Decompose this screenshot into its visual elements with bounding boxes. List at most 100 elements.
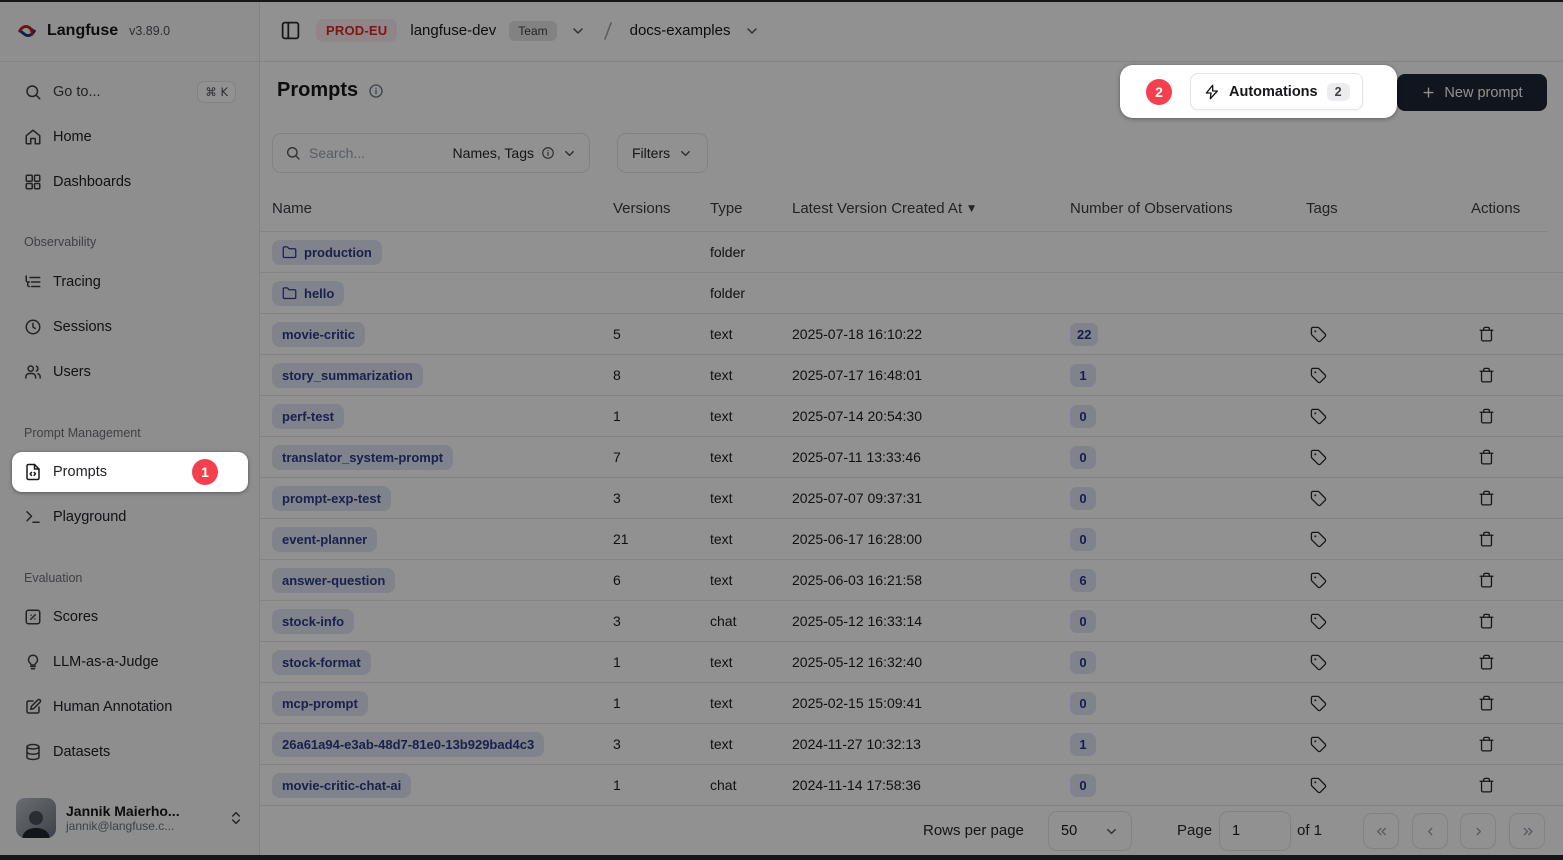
sidebar-item-sessions[interactable]: Sessions <box>12 309 248 345</box>
delete-button[interactable] <box>1476 447 1497 468</box>
delete-button[interactable] <box>1476 734 1497 755</box>
observations-count-badge: 0 <box>1070 610 1096 633</box>
sidebar-toggle-button[interactable] <box>278 18 303 43</box>
search-input[interactable]: Search... Names, Tags <box>272 133 590 173</box>
last-page-button[interactable] <box>1509 813 1545 849</box>
rows-per-page-select[interactable]: 50 <box>1048 811 1132 851</box>
prompt-name-pill[interactable]: stock-format <box>272 650 371 675</box>
col-created[interactable]: Latest Version Created At ▼ <box>792 185 975 232</box>
automations-button[interactable]: Automations 2 <box>1190 73 1363 110</box>
tag-button[interactable] <box>1308 406 1329 427</box>
prompt-name-pill[interactable]: translator_system-prompt <box>272 445 453 470</box>
sidebar-item-playground[interactable]: Playground <box>12 499 248 535</box>
home-icon <box>24 128 42 146</box>
tag-button[interactable] <box>1308 324 1329 345</box>
col-type[interactable]: Type <box>710 185 743 232</box>
next-page-button[interactable] <box>1460 813 1496 849</box>
page-number-input[interactable] <box>1219 811 1291 851</box>
created-at-value: 2025-02-15 15:09:41 <box>792 683 922 723</box>
versions-value: 1 <box>613 396 621 436</box>
tag-button[interactable] <box>1308 652 1329 673</box>
delete-button[interactable] <box>1476 324 1497 345</box>
sidebar-item-llm-judge[interactable]: LLM-as-a-Judge <box>12 644 248 680</box>
sidebar-item-prompts[interactable]: Prompts 1 <box>12 452 248 492</box>
previous-page-button[interactable] <box>1412 813 1448 849</box>
sidebar-item-home[interactable]: Home <box>12 119 248 155</box>
prompt-name-pill[interactable]: answer-question <box>272 568 395 593</box>
chevron-down-icon[interactable] <box>744 23 760 39</box>
sidebar-item-scores[interactable]: Scores <box>12 599 248 635</box>
folder-icon <box>282 245 297 260</box>
delete-button[interactable] <box>1476 693 1497 714</box>
tag-button[interactable] <box>1308 529 1329 550</box>
tag-button[interactable] <box>1308 365 1329 386</box>
prompt-name-pill[interactable]: story_summarization <box>272 363 423 388</box>
new-prompt-button[interactable]: New prompt <box>1397 74 1547 111</box>
breadcrumb-org[interactable]: langfuse-dev <box>410 22 496 39</box>
user-email: jannik@langfuse.c... <box>66 819 180 833</box>
col-name[interactable]: Name <box>272 185 312 232</box>
prompt-name-pill[interactable]: event-planner <box>272 527 377 552</box>
table-row: event-planner 21 text 2025-06-17 16:28:0… <box>260 519 1563 560</box>
info-icon <box>541 146 555 160</box>
goto-search[interactable]: Go to... ⌘ K <box>12 74 248 110</box>
delete-button[interactable] <box>1476 775 1497 796</box>
delete-button[interactable] <box>1476 488 1497 509</box>
delete-button[interactable] <box>1476 406 1497 427</box>
tag-button[interactable] <box>1308 775 1329 796</box>
first-page-button[interactable] <box>1363 813 1399 849</box>
search-scope-dropdown[interactable]: Names, Tags <box>453 145 577 161</box>
tag-button[interactable] <box>1308 447 1329 468</box>
table-row: hello folder <box>260 273 1563 314</box>
prompt-name-pill[interactable]: mcp-prompt <box>272 691 368 716</box>
tag-button[interactable] <box>1308 693 1329 714</box>
sidebar-item-datasets[interactable]: Datasets <box>12 734 248 770</box>
info-icon[interactable] <box>368 83 384 99</box>
observations-count-badge: 0 <box>1070 446 1096 469</box>
user-menu[interactable]: Jannik Maierho... jannik@langfuse.c... <box>8 790 252 846</box>
delete-button[interactable] <box>1476 611 1497 632</box>
sidebar-item-tracing[interactable]: Tracing <box>12 264 248 300</box>
prompt-name-pill[interactable]: 26a61a94-e3ab-48d7-81e0-13b929bad4c3 <box>272 732 544 757</box>
prompt-name-pill[interactable]: hello <box>272 281 344 306</box>
section-evaluation: Evaluation <box>24 571 82 585</box>
col-actions[interactable]: Actions <box>1471 185 1520 232</box>
filters-button[interactable]: Filters <box>617 133 708 173</box>
type-value: folder <box>710 232 745 272</box>
automations-highlight: 2 Automations 2 <box>1120 65 1397 118</box>
col-tags[interactable]: Tags <box>1306 185 1338 232</box>
sidebar-item-human-annotation[interactable]: Human Annotation <box>12 689 248 725</box>
table-row: prompt-exp-test 3 text 2025-07-07 09:37:… <box>260 478 1563 519</box>
col-versions[interactable]: Versions <box>613 185 671 232</box>
versions-value: 7 <box>613 437 621 477</box>
prompt-name-pill[interactable]: prompt-exp-test <box>272 486 391 511</box>
delete-button[interactable] <box>1476 529 1497 550</box>
breadcrumb-project[interactable]: docs-examples <box>630 22 731 39</box>
delete-button[interactable] <box>1476 570 1497 591</box>
tag-button[interactable] <box>1308 570 1329 591</box>
prompt-name-pill[interactable]: perf-test <box>272 404 344 429</box>
delete-button[interactable] <box>1476 652 1497 673</box>
rows-per-page-label: Rows per page <box>923 822 1024 839</box>
type-value: text <box>710 396 733 436</box>
sidebar-item-users[interactable]: Users <box>12 354 248 390</box>
prompt-name: mcp-prompt <box>282 696 358 711</box>
prompt-name-pill[interactable]: movie-critic-chat-ai <box>272 773 411 798</box>
tag-button[interactable] <box>1308 488 1329 509</box>
terminal-icon <box>24 508 42 526</box>
versions-value: 3 <box>613 478 621 518</box>
tag-button[interactable] <box>1308 734 1329 755</box>
type-value: text <box>710 642 733 682</box>
col-observations[interactable]: Number of Observations <box>1070 185 1233 232</box>
goto-label: Go to... <box>53 84 101 100</box>
window-edge-bottom <box>0 855 1563 860</box>
prompt-name-pill[interactable]: production <box>272 240 382 265</box>
chevron-down-icon[interactable] <box>570 23 586 39</box>
sidebar-item-dashboards[interactable]: Dashboards <box>12 164 248 200</box>
table-row: production folder <box>260 232 1563 273</box>
prompt-name-pill[interactable]: stock-info <box>272 609 354 634</box>
delete-button[interactable] <box>1476 365 1497 386</box>
tag-button[interactable] <box>1308 611 1329 632</box>
prompt-name-pill[interactable]: movie-critic <box>272 322 365 347</box>
topbar: PROD-EU langfuse-dev Team docs-examples <box>260 0 1563 62</box>
